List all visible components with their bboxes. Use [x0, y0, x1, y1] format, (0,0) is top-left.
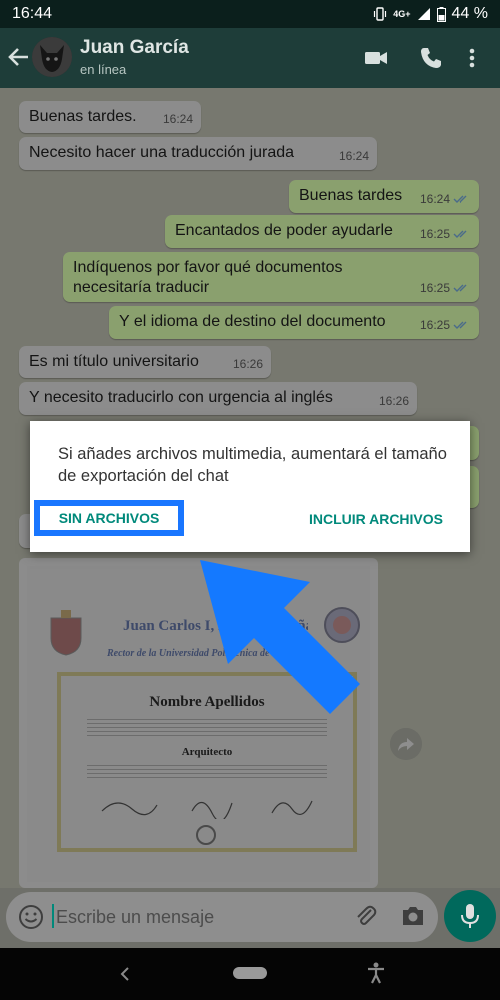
contact-name[interactable]: Juan García: [80, 37, 189, 59]
message-input[interactable]: Escribe un mensaje: [6, 892, 438, 942]
message-time: 16:24: [338, 149, 369, 163]
status-icons: 4G+ 44 %: [373, 5, 488, 23]
diploma-text-lines: [87, 762, 327, 780]
status-bar: 16:44 4G+ 44 %: [0, 0, 500, 28]
status-time: 16:44: [12, 5, 53, 22]
message-bubble[interactable]: Es mi título universitario 16:26: [19, 346, 271, 378]
video-call-icon[interactable]: [363, 45, 389, 71]
phone-call-icon[interactable]: [418, 45, 444, 71]
dialog-message: Si añades archivos multimedia, aumentará…: [58, 445, 447, 485]
battery-level: 44 %: [451, 5, 488, 22]
double-check-icon: [453, 284, 467, 292]
back-nav-icon[interactable]: [118, 966, 132, 982]
camera-icon[interactable]: [400, 904, 426, 928]
diploma-degree: Arquitecto: [181, 746, 233, 758]
message-time: 16:26: [378, 394, 409, 408]
message-text: Y necesito traducirlo con urgencia al in…: [29, 389, 333, 406]
message-time: 16:24: [162, 112, 193, 126]
export-media-dialog: Si añades archivos multimedia, aumentará…: [30, 421, 470, 552]
more-options-icon[interactable]: [466, 45, 478, 71]
double-check-icon: [453, 195, 467, 203]
stamp-icon: [196, 825, 216, 845]
message-bubble[interactable]: Y necesito traducirlo con urgencia al in…: [19, 382, 417, 415]
accessibility-icon[interactable]: [366, 962, 386, 984]
message-bubble[interactable]: Indíquenos por favor qué documentos nece…: [63, 252, 479, 302]
include-files-button[interactable]: INCLUIR ARCHIVOS: [309, 511, 443, 527]
no-files-button[interactable]: SIN ARCHIVOS: [34, 500, 184, 536]
vibrate-icon: [374, 7, 387, 21]
message-time: 16:26: [232, 357, 263, 371]
attach-icon[interactable]: [353, 903, 379, 929]
message-bubble[interactable]: Buenas tardes. 16:24: [19, 101, 201, 133]
message-time: 16:25: [419, 281, 450, 295]
battery-icon: [436, 6, 446, 22]
message-bubble[interactable]: Y el idioma de destino del documento 16:…: [109, 306, 479, 339]
message-bubble[interactable]: Encantados de poder ayudarle 16:25: [165, 215, 479, 248]
composer-bar: Escribe un mensaje: [0, 888, 500, 948]
double-check-icon: [453, 230, 467, 238]
message-text: Y el idioma de destino del documento: [119, 313, 386, 330]
text-caret: [52, 904, 54, 928]
message-text: Buenas tardes: [299, 187, 403, 204]
dog-avatar-icon: [32, 37, 72, 77]
signal-icon: [417, 8, 430, 20]
chat-header: Juan García en línea: [0, 28, 500, 88]
pointer-arrow-icon: [200, 560, 360, 714]
forward-icon[interactable]: [390, 728, 422, 760]
message-text: Buenas tardes.: [29, 108, 137, 125]
microphone-icon: [461, 904, 479, 928]
message-bubble[interactable]: Necesito hacer una traducción jurada 16:…: [19, 137, 377, 170]
coat-of-arms-icon: [50, 610, 82, 656]
message-text: Necesito hacer una traducción jurada: [29, 144, 295, 161]
message-time: 16:25: [419, 318, 450, 332]
message-bubble[interactable]: Buenas tardes 16:24: [289, 180, 479, 213]
message-text: Encantados de poder ayudarle: [175, 222, 393, 239]
double-check-icon: [453, 321, 467, 329]
message-text: Es mi título universitario: [29, 353, 199, 370]
message-time: 16:24: [419, 192, 450, 206]
signatures-icon: [101, 800, 313, 819]
home-pill[interactable]: [233, 967, 267, 979]
voice-message-button[interactable]: [444, 890, 496, 942]
system-nav-bar: [0, 948, 500, 1000]
message-time: 16:25: [419, 227, 450, 241]
message-placeholder: Escribe un mensaje: [56, 907, 215, 927]
message-text: Indíquenos por favor qué documentos nece…: [73, 259, 343, 296]
network-type: 4G+: [393, 9, 411, 19]
emoji-icon[interactable]: [18, 904, 44, 930]
avatar[interactable]: [32, 37, 72, 77]
back-arrow-icon[interactable]: [6, 44, 32, 70]
contact-status: en línea: [80, 62, 127, 77]
